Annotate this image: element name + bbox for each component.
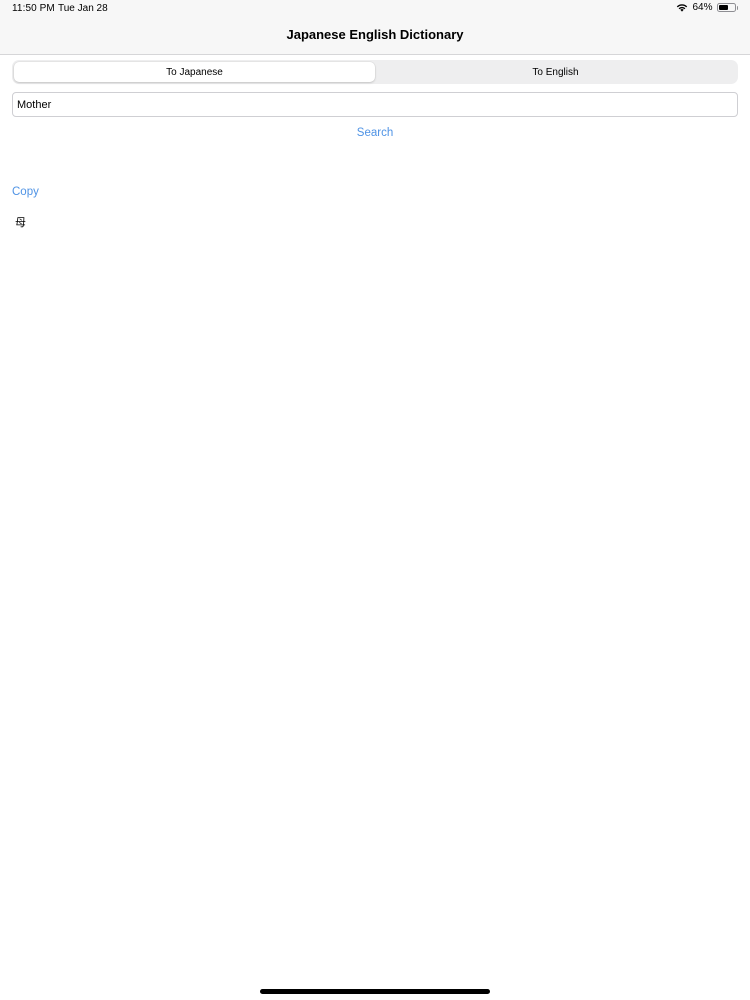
- status-date: Tue Jan 28: [58, 3, 108, 14]
- wifi-icon: [676, 3, 688, 12]
- battery-percentage: 64%: [692, 2, 713, 13]
- home-indicator[interactable]: [260, 989, 490, 994]
- page-title: Japanese English Dictionary: [286, 27, 464, 42]
- status-time: 11:50 PM: [12, 3, 55, 14]
- segment-to-japanese[interactable]: To Japanese: [14, 62, 375, 82]
- top-bar: 11:50 PM Tue Jan 28 64% Japanese English…: [0, 0, 750, 55]
- direction-segmented-control: To Japanese To English: [12, 60, 738, 84]
- status-indicators: 64%: [676, 2, 738, 13]
- search-input[interactable]: [12, 92, 738, 117]
- app-screen: 11:50 PM Tue Jan 28 64% Japanese English…: [0, 0, 750, 1000]
- segment-to-english[interactable]: To English: [375, 62, 736, 82]
- translation-result: 母: [15, 217, 26, 229]
- battery-icon: [716, 3, 738, 12]
- search-button[interactable]: Search: [0, 127, 750, 139]
- copy-button[interactable]: Copy: [12, 186, 39, 198]
